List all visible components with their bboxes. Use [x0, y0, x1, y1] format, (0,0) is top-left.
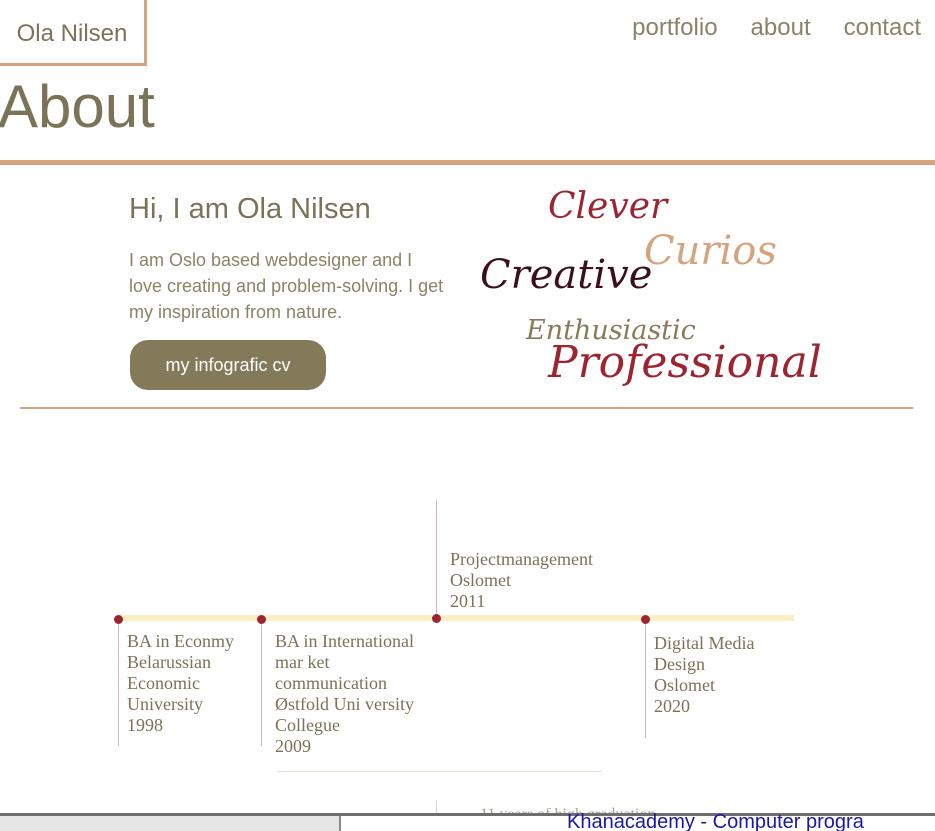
- timeline-line-text: Oslomet: [654, 675, 715, 695]
- khanacademy-link[interactable]: Khanacademy - Computer progra: [567, 811, 864, 831]
- timeline-dot: [257, 615, 266, 624]
- timeline-line-text: 2011: [450, 591, 486, 611]
- intro-text: I am Oslo based webdesigner and I love c…: [129, 250, 444, 322]
- infographic-cv-button[interactable]: my infografic cv: [130, 340, 326, 390]
- timeline-line-text: 2020: [654, 696, 690, 716]
- timeline-dot: [641, 615, 650, 624]
- timeline-divider: [277, 771, 602, 772]
- site-logo[interactable]: Ola Nilsen: [17, 16, 128, 48]
- word-curios: Curios: [644, 228, 777, 274]
- title-divider: [0, 160, 935, 165]
- timeline-stem: [645, 620, 646, 738]
- timeline-stem: [118, 620, 119, 746]
- timeline-entry-1998: BA in Econmy Belarussian Economic Univer…: [127, 631, 234, 736]
- timeline-line-text: BA in Econmy: [127, 631, 234, 651]
- word-creative: Creative: [480, 252, 653, 298]
- timeline-line-text: 2009: [275, 736, 311, 756]
- timeline-entry-2020: Digital Media Design Oslomet 2020: [654, 633, 754, 717]
- timeline-line-text: Design: [654, 654, 705, 674]
- timeline-line-text: BA in International: [275, 631, 414, 651]
- timeline-line-text: Projectmanagement: [450, 549, 593, 569]
- timeline-line-text: Digital Media: [654, 633, 755, 653]
- timeline-entry-2011: Projectmanagement Oslomet 2011: [450, 549, 593, 612]
- timeline-line: [118, 615, 794, 621]
- timeline-line-text: Economic: [127, 673, 200, 693]
- bottom-overlay-bar: Khanacademy - Computer progra: [0, 811, 935, 831]
- timeline-line-text: 1998: [127, 715, 163, 735]
- timeline-line-text: Collegue: [275, 715, 340, 735]
- timeline-stem: [436, 500, 437, 620]
- timeline-line-text: Oslomet: [450, 570, 511, 590]
- logo-box[interactable]: Ola Nilsen: [0, 0, 147, 66]
- main-nav: portfolio about contact: [632, 14, 921, 42]
- timeline-dot: [114, 615, 123, 624]
- timeline-dot: [432, 614, 441, 623]
- timeline-line-text: mar ket: [275, 652, 330, 672]
- bottom-left-panel: [0, 816, 341, 831]
- timeline-line-text: University: [127, 694, 203, 714]
- timeline-line-text: Østfold Uni versity: [275, 694, 414, 714]
- word-professional: Professional: [548, 337, 822, 388]
- timeline-line-text: communication: [275, 673, 387, 693]
- nav-about[interactable]: about: [751, 14, 811, 42]
- timeline-stem: [261, 620, 262, 746]
- timeline-entry-2009: BA in International mar ket communicatio…: [275, 631, 414, 757]
- timeline-line-text: Belarussian: [127, 652, 211, 672]
- word-clever: Clever: [548, 186, 668, 227]
- nav-contact[interactable]: contact: [844, 14, 921, 42]
- section-divider: [20, 407, 913, 409]
- page-title: About: [0, 73, 155, 140]
- greeting-heading: Hi, I am Ola Nilsen: [129, 193, 371, 225]
- nav-portfolio[interactable]: portfolio: [632, 14, 717, 42]
